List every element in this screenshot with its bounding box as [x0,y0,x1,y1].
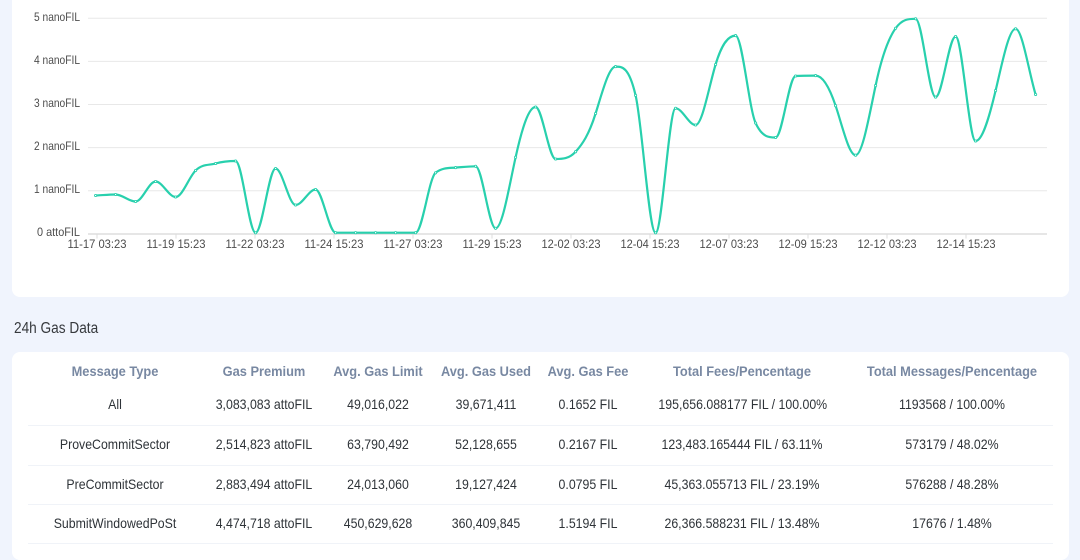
svg-text:12-02 03:23: 12-02 03:23 [542,237,601,251]
svg-text:11-22 03:23: 11-22 03:23 [226,237,285,251]
svg-text:1 nanoFIL: 1 nanoFIL [34,182,80,196]
svg-text:11-27 03:23: 11-27 03:23 [384,237,443,251]
svg-text:3 nanoFIL: 3 nanoFIL [34,96,80,110]
svg-text:11-24 15:23: 11-24 15:23 [305,237,364,251]
svg-text:12-09 15:23: 12-09 15:23 [779,237,838,251]
svg-text:11-29 15:23: 11-29 15:23 [463,237,522,251]
svg-text:12-07 03:23: 12-07 03:23 [700,237,759,251]
svg-text:2 nanoFIL: 2 nanoFIL [34,139,80,153]
svg-text:4 nanoFIL: 4 nanoFIL [34,53,80,67]
svg-text:5 nanoFIL: 5 nanoFIL [34,10,80,24]
svg-text:12-04 15:23: 12-04 15:23 [621,237,680,251]
svg-text:11-19 15:23: 11-19 15:23 [147,237,206,251]
svg-text:12-14 15:23: 12-14 15:23 [937,237,996,251]
svg-text:12-12 03:23: 12-12 03:23 [858,237,917,251]
svg-text:11-17 03:23: 11-17 03:23 [68,237,127,251]
